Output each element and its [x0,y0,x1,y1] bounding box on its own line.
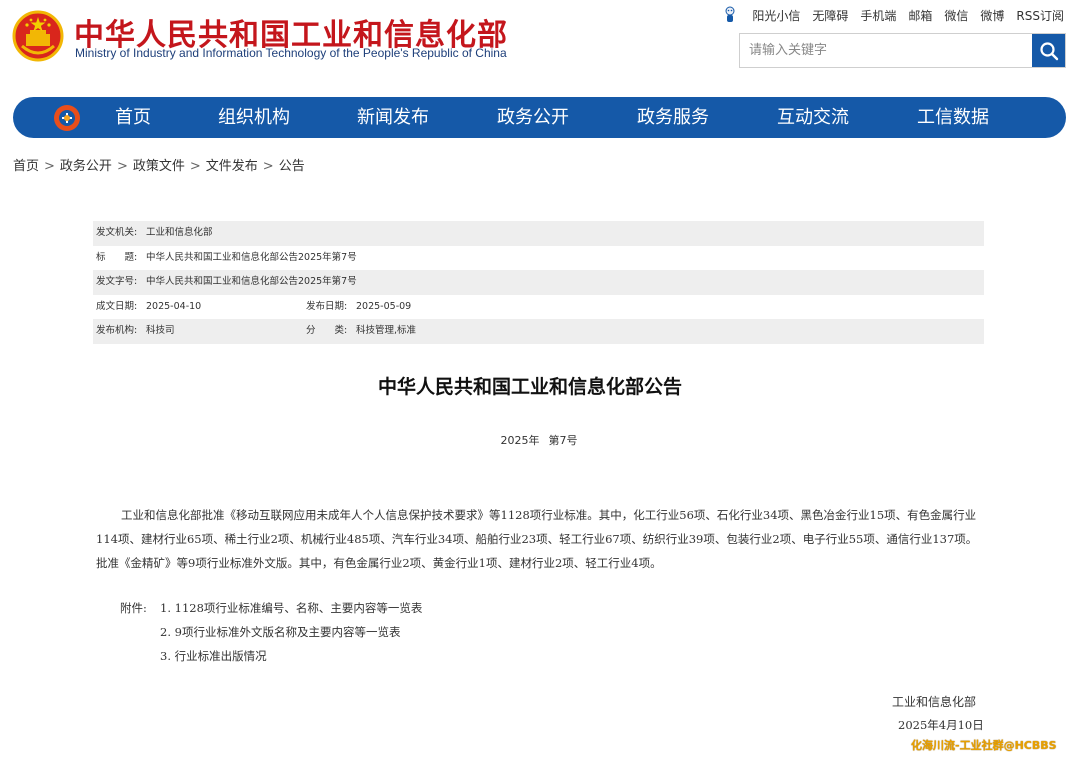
breadcrumb-government-affairs[interactable]: 政务公开 [60,159,112,174]
attachments-label: 附件: [120,601,147,615]
attachment-link-1[interactable]: 1. 1128项行业标准编号、名称、主要内容等一览表 [160,601,422,615]
search-button[interactable] [1032,34,1065,67]
attachment-link-3[interactable]: 3. 行业标准出版情况 [160,649,267,663]
search-box [739,33,1066,68]
search-icon [1039,41,1058,60]
top-link-weibo[interactable]: 微博 [980,7,1004,24]
attachment-item: 3. 行业标准出版情况 [160,648,267,664]
top-link-wechat[interactable]: 微信 [944,7,968,24]
meta-created-label: 成文日期: [96,300,138,312]
top-link-email[interactable]: 邮箱 [908,7,932,24]
meta-org-value: 科技司 [146,325,175,337]
meta-category-value: 科技管理,标准 [356,325,417,337]
meta-published-value: 2025-05-09 [356,300,412,312]
breadcrumb-announcement[interactable]: 公告 [279,159,305,174]
meta-row-issuer: 发文机关: 工业和信息化部 [93,221,984,246]
meta-created-value: 2025-04-10 [146,300,202,312]
nav-item-home[interactable]: 首页 [115,97,151,138]
top-links: 阳光小信 无障碍 手机端 邮箱 微信 微博 RSS订阅 [723,6,1064,24]
miit-logo-icon[interactable] [53,104,81,132]
nav-item-interaction[interactable]: 互动交流 [777,97,849,138]
attachment-item: 1. 1128项行业标准编号、名称、主要内容等一览表 [160,600,422,616]
attachment-link-2[interactable]: 2. 9项行业标准外文版名称及主要内容等一览表 [160,625,400,639]
meta-row-docno: 发文字号: 中华人民共和国工业和信息化部公告2025年第7号 [93,270,984,295]
nav-item-data[interactable]: 工信数据 [917,97,989,138]
breadcrumb-document-release[interactable]: 文件发布 [206,159,258,174]
breadcrumb-separator: > [116,159,128,174]
article-issue-number: 第7号 [548,434,578,447]
mascot-icon [725,6,735,22]
nav-item-government-affairs[interactable]: 政务公开 [497,97,569,138]
document-meta-table: 发文机关: 工业和信息化部 标 题: 中华人民共和国工业和信息化部公告2025年… [93,221,984,344]
national-emblem-icon[interactable] [12,10,64,62]
main-nav: 首页 组织机构 新闻发布 政务公开 政务服务 互动交流 工信数据 [13,97,1066,138]
top-link-accessibility[interactable]: 无障碍 [812,7,848,24]
sunshine-link[interactable]: 阳光小信 [723,6,800,24]
search-input[interactable] [740,34,1032,67]
meta-docno-value: 中华人民共和国工业和信息化部公告2025年第7号 [146,276,357,288]
signature-org: 工业和信息化部 [892,695,977,709]
meta-title-label: 标 题: [96,251,138,263]
nav-item-organization[interactable]: 组织机构 [218,97,290,138]
article-year: 2025年 [500,434,540,447]
meta-category-label: 分 类: [306,325,348,337]
meta-issuer-value: 工业和信息化部 [146,227,213,238]
meta-published-label: 发布日期: [306,300,348,312]
breadcrumb-home[interactable]: 首页 [13,159,39,174]
attachment-item: 2. 9项行业标准外文版名称及主要内容等一览表 [160,624,400,640]
meta-row-org: 发布机构: 科技司 分 类: 科技管理,标准 [93,319,984,344]
breadcrumb: 首页 > 政务公开 > 政策文件 > 文件发布 > 公告 [13,155,305,174]
meta-row-dates: 成文日期: 2025-04-10 发布日期: 2025-05-09 [93,295,984,320]
meta-issuer-label: 发文机关: [96,227,138,238]
signature-date: 2025年4月10日 [898,718,984,732]
top-link-rss[interactable]: RSS订阅 [1016,7,1064,24]
article-body: 工业和信息化部批准《移动互联网应用未成年人个人信息保护技术要求》等1128项行业… [96,508,978,570]
article-number: 2025年 第7号 [0,432,1078,448]
top-link-sunshine[interactable]: 阳光小信 [752,7,800,24]
top-link-mobile[interactable]: 手机端 [860,7,896,24]
meta-docno-label: 发文字号: [96,276,138,288]
breadcrumb-policy-documents[interactable]: 政策文件 [133,159,185,174]
site-subtitle: Ministry of Industry and Information Tec… [75,46,507,60]
nav-item-news[interactable]: 新闻发布 [357,97,429,138]
meta-title-value: 中华人民共和国工业和信息化部公告2025年第7号 [146,251,357,263]
breadcrumb-separator: > [44,159,55,174]
breadcrumb-separator: > [189,159,201,174]
article-title: 中华人民共和国工业和信息化部公告 [377,376,682,398]
meta-org-label: 发布机构: [96,325,138,337]
breadcrumb-separator: > [262,159,274,174]
meta-row-title: 标 题: 中华人民共和国工业和信息化部公告2025年第7号 [93,246,984,271]
nav-item-government-services[interactable]: 政务服务 [637,97,709,138]
watermark: 化海川流-工业社群@HCBBS [911,739,1057,752]
